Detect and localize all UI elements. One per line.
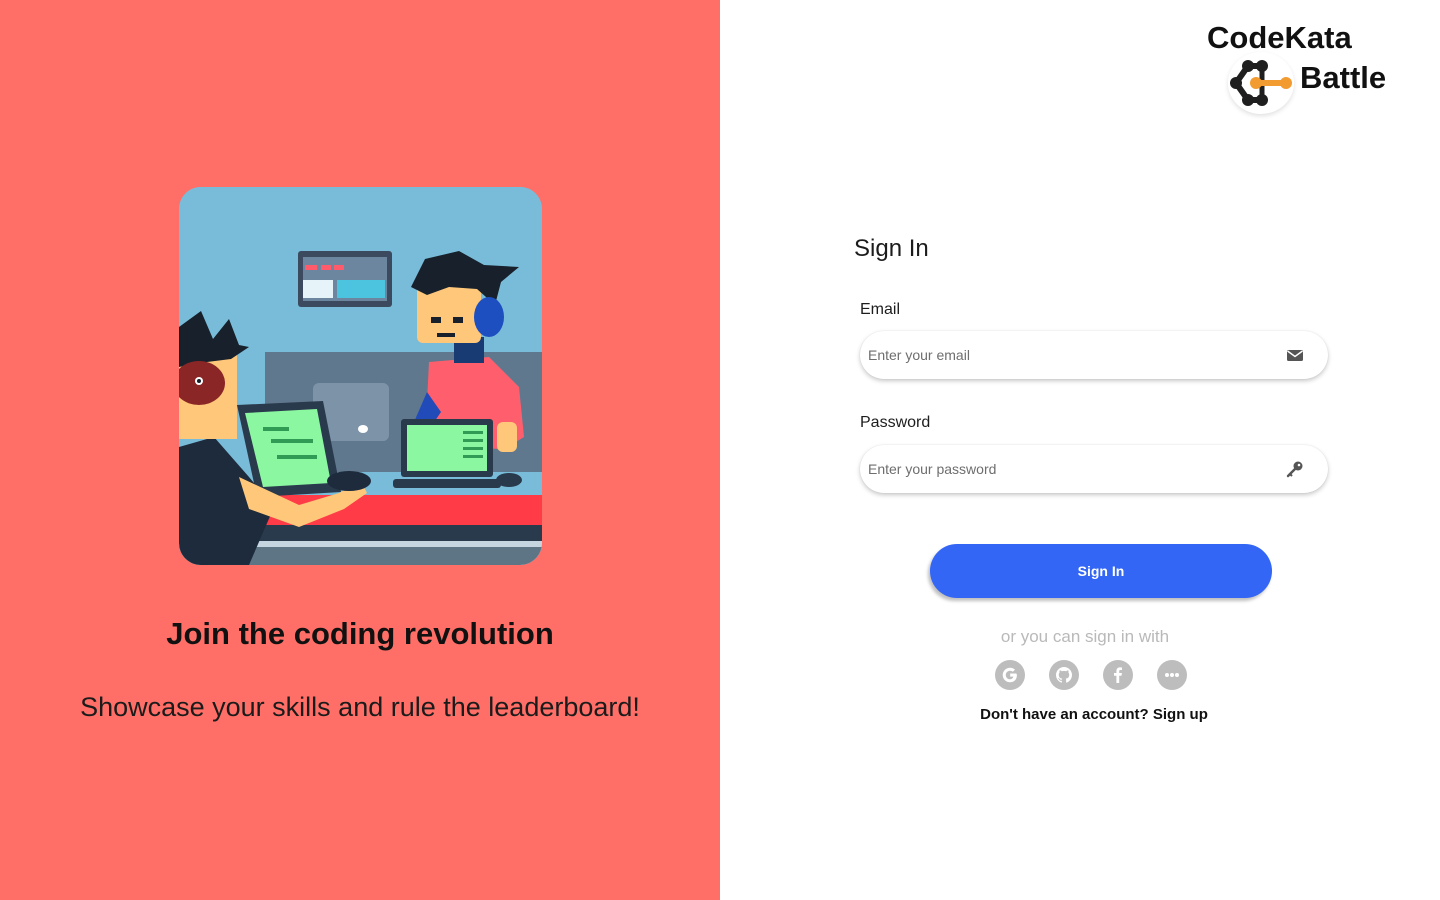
- password-field[interactable]: [868, 445, 1268, 493]
- signup-link[interactable]: Sign up: [1153, 706, 1208, 723]
- facebook-icon[interactable]: [1103, 660, 1133, 690]
- password-field-wrapper: [860, 445, 1328, 493]
- password-label: Password: [860, 414, 931, 431]
- brand-name-line1: CodeKata: [1207, 20, 1352, 55]
- hero-illustration: [179, 187, 542, 565]
- more-icon[interactable]: [1157, 660, 1187, 690]
- key-icon: [1286, 460, 1304, 478]
- google-icon[interactable]: [995, 660, 1025, 690]
- github-icon[interactable]: [1049, 660, 1079, 690]
- signup-prompt-line: Don't have an account? Sign up: [900, 706, 1288, 723]
- hero-panel: Join the coding revolution Showcase your…: [0, 0, 720, 900]
- email-field-wrapper: [860, 331, 1328, 379]
- hero-title: Join the coding revolution: [166, 616, 554, 651]
- hero-subtitle: Showcase your skills and rule the leader…: [80, 692, 640, 722]
- brand-name-line2: Battle: [1300, 60, 1387, 95]
- signin-button[interactable]: Sign In: [930, 544, 1272, 598]
- node-graph-logo-icon: [1228, 52, 1294, 114]
- alt-signin-text: or you can sign in with: [1000, 627, 1170, 646]
- email-label: Email: [860, 301, 901, 318]
- signin-title: Sign In: [854, 235, 929, 262]
- envelope-icon: [1286, 346, 1304, 364]
- email-field[interactable]: [868, 331, 1268, 379]
- signup-prompt: Don't have an account?: [980, 706, 1149, 723]
